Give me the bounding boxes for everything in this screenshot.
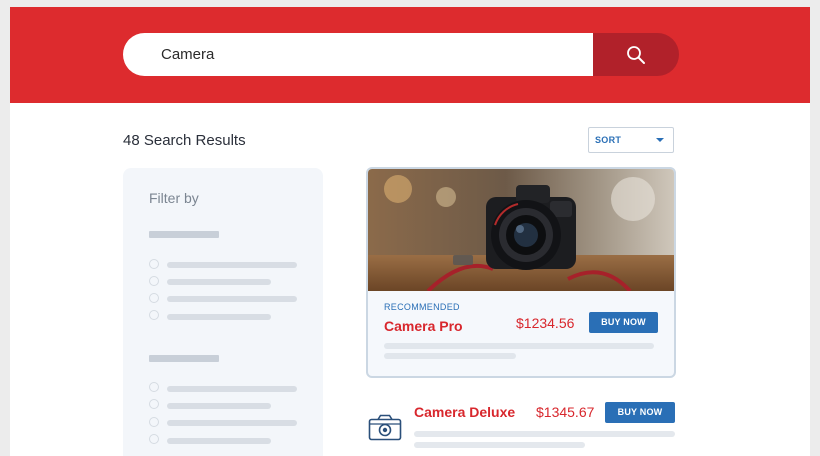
search-input[interactable]: Camera xyxy=(123,33,593,76)
filter-option-label xyxy=(167,296,297,302)
product-name[interactable]: Camera Deluxe xyxy=(414,404,515,420)
filter-option-radio[interactable] xyxy=(149,259,159,269)
product-price: $1345.67 xyxy=(536,404,595,420)
header-bar: Camera xyxy=(10,7,810,103)
search-button[interactable] xyxy=(593,33,679,76)
sort-dropdown[interactable]: SORT xyxy=(588,127,674,153)
description-placeholder-line xyxy=(414,431,675,437)
filter-option-radio[interactable] xyxy=(149,399,159,409)
search-icon xyxy=(627,45,645,64)
product-photo xyxy=(368,169,674,291)
chevron-down-icon xyxy=(656,138,664,142)
camera-icon xyxy=(368,414,402,441)
results-count: 48 Search Results xyxy=(123,132,246,149)
buy-now-button[interactable]: BUY NOW xyxy=(605,402,675,423)
filter-option-label xyxy=(167,279,271,285)
filter-option-radio[interactable] xyxy=(149,293,159,303)
app-frame: Camera 48 Search Results SORT Filter by xyxy=(10,7,810,456)
featured-product-card[interactable]: RECOMMENDED Camera Pro $1234.56 BUY NOW xyxy=(366,167,676,378)
filter-option-label xyxy=(167,386,297,392)
filter-group-heading xyxy=(149,231,219,238)
filter-option-radio[interactable] xyxy=(149,276,159,286)
recommended-badge: RECOMMENDED xyxy=(384,302,460,312)
product-name[interactable]: Camera Pro xyxy=(384,318,463,334)
filter-option-label xyxy=(167,262,297,268)
filter-option-label xyxy=(167,420,297,426)
filter-option-radio[interactable] xyxy=(149,434,159,444)
filter-title: Filter by xyxy=(149,190,199,206)
filter-option-radio[interactable] xyxy=(149,417,159,427)
filter-group-heading xyxy=(149,355,219,362)
buy-now-button[interactable]: BUY NOW xyxy=(589,312,658,333)
filter-option-radio[interactable] xyxy=(149,310,159,320)
filter-panel: Filter by xyxy=(123,168,323,456)
sort-label: SORT xyxy=(595,135,622,145)
description-placeholder-line xyxy=(384,353,516,359)
filter-option-label xyxy=(167,438,271,444)
description-placeholder-line xyxy=(414,442,585,448)
filter-option-radio[interactable] xyxy=(149,382,159,392)
filter-option-label xyxy=(167,314,271,320)
description-placeholder-line xyxy=(384,343,654,349)
filter-option-label xyxy=(167,403,271,409)
product-price: $1234.56 xyxy=(516,315,575,331)
